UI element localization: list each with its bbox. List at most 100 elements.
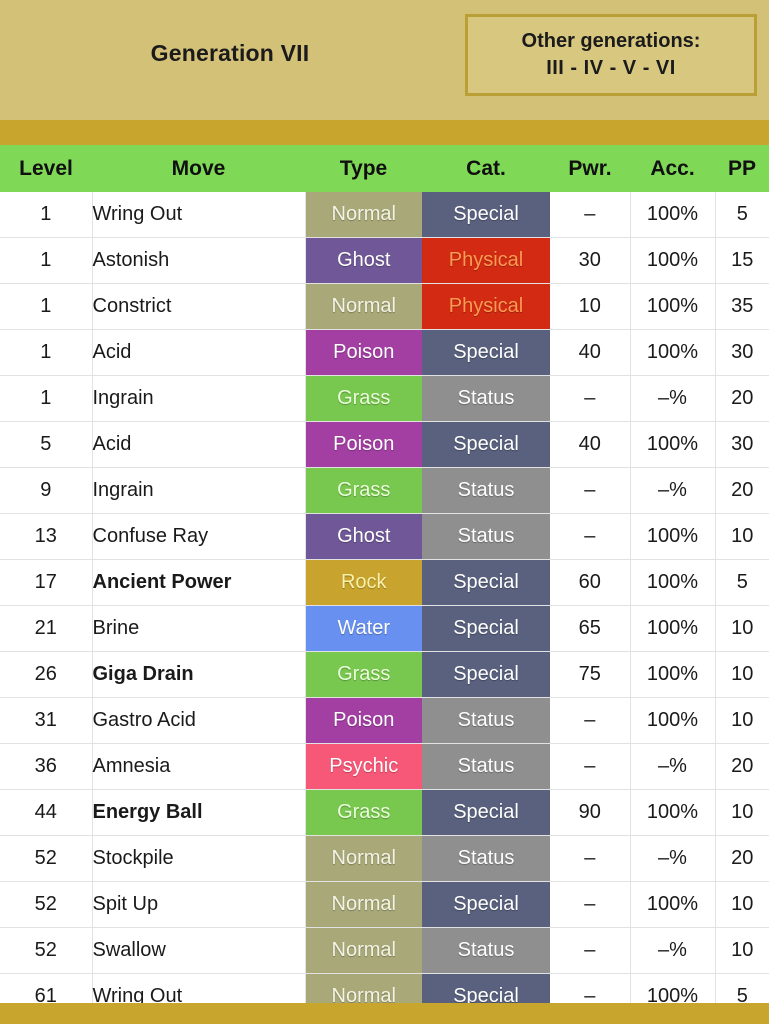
category-badge: Status <box>422 744 550 789</box>
move-category-cell[interactable]: Special <box>422 329 550 376</box>
table-row[interactable]: 13 Confuse Ray Ghost Status –100% 10 <box>0 513 769 560</box>
move-pp: 5 <box>715 559 769 606</box>
move-pp: 10 <box>715 881 769 928</box>
table-row[interactable]: 1 Wring Out Normal Special –100% 5 <box>0 192 769 238</box>
column-header-cat[interactable]: Cat. <box>422 145 550 192</box>
move-category-cell[interactable]: Special <box>422 973 550 1003</box>
table-row[interactable]: 52 Stockpile Normal Status – –% 20 <box>0 835 769 882</box>
move-pp: 5 <box>715 973 769 1003</box>
move-type-cell[interactable]: Normal <box>305 283 422 330</box>
move-category-cell[interactable]: Special <box>422 789 550 836</box>
table-row[interactable]: 1 Constrict Normal Physical 10 100% 35 <box>0 283 769 330</box>
column-header-pp[interactable]: PP <box>715 145 769 192</box>
category-badge: Physical <box>422 238 550 283</box>
move-type-cell[interactable]: Normal <box>305 835 422 882</box>
move-category-cell[interactable]: Special <box>422 651 550 698</box>
table-row[interactable]: 36 Amnesia Psychic Status – –% 20 <box>0 743 769 790</box>
table-row[interactable]: 1 Ingrain Grass Status – –% 20 <box>0 375 769 422</box>
category-badge: Status <box>422 836 550 881</box>
type-badge: Normal <box>305 836 422 881</box>
move-power: 10 <box>550 283 631 330</box>
move-type-cell[interactable]: Poison <box>305 329 422 376</box>
move-power: 40 <box>550 421 631 468</box>
move-level: 1 <box>0 283 93 330</box>
move-type-cell[interactable]: Normal <box>305 927 422 974</box>
move-pp: 10 <box>715 697 769 744</box>
move-category-cell[interactable]: Special <box>422 421 550 468</box>
table-row[interactable]: 52 Spit Up Normal Special –100% 10 <box>0 881 769 928</box>
type-badge: Normal <box>305 974 422 1003</box>
column-header-type[interactable]: Type <box>305 145 422 192</box>
move-name: Wring Out <box>92 973 306 1003</box>
move-type-cell[interactable]: Ghost <box>305 237 422 284</box>
type-badge: Grass <box>305 376 422 421</box>
move-type-cell[interactable]: Grass <box>305 467 422 514</box>
move-name: Spit Up <box>92 881 306 928</box>
move-type-cell[interactable]: Grass <box>305 651 422 698</box>
move-power: – <box>550 192 631 238</box>
table-row[interactable]: 9 Ingrain Grass Status – –% 20 <box>0 467 769 514</box>
table-row[interactable]: 5 Acid Poison Special 40 100% 30 <box>0 421 769 468</box>
move-type-cell[interactable]: Psychic <box>305 743 422 790</box>
move-category-cell[interactable]: Status <box>422 697 550 744</box>
move-type-cell[interactable]: Poison <box>305 421 422 468</box>
move-accuracy: 100% <box>630 697 716 744</box>
table-row[interactable]: 61 Wring Out Normal Special –100% 5 <box>0 973 769 1003</box>
move-level: 13 <box>0 513 93 560</box>
column-header-acc[interactable]: Acc. <box>630 145 715 192</box>
table-row[interactable]: 31 Gastro Acid Poison Status –100% 10 <box>0 697 769 744</box>
move-category-cell[interactable]: Special <box>422 192 550 238</box>
move-level: 31 <box>0 697 93 744</box>
table-row[interactable]: 1 Acid Poison Special 40 100% 30 <box>0 329 769 376</box>
move-category-cell[interactable]: Special <box>422 605 550 652</box>
table-row[interactable]: 17 Ancient Power Rock Special 60 100% 5 <box>0 559 769 606</box>
move-type-cell[interactable]: Poison <box>305 697 422 744</box>
move-level: 1 <box>0 329 93 376</box>
other-generations-box: Other generations: III - IV - V - VI <box>465 14 757 96</box>
move-category-cell[interactable]: Physical <box>422 237 550 284</box>
move-pp: 30 <box>715 329 769 376</box>
column-header-move[interactable]: Move <box>92 145 305 192</box>
category-badge: Special <box>422 652 550 697</box>
move-name: Giga Drain <box>92 651 306 698</box>
move-type-cell[interactable]: Normal <box>305 881 422 928</box>
category-badge: Special <box>422 606 550 651</box>
move-pp: 10 <box>715 651 769 698</box>
move-level: 36 <box>0 743 93 790</box>
move-category-cell[interactable]: Status <box>422 375 550 422</box>
move-type-cell[interactable]: Ghost <box>305 513 422 560</box>
move-accuracy: 100% <box>630 973 716 1003</box>
other-generations-links[interactable]: III - IV - V - VI <box>546 57 676 80</box>
move-category-cell[interactable]: Special <box>422 881 550 928</box>
table-row[interactable]: 44 Energy Ball Grass Special 90 100% 10 <box>0 789 769 836</box>
type-badge: Grass <box>305 468 422 513</box>
move-category-cell[interactable]: Status <box>422 467 550 514</box>
table-row[interactable]: 26 Giga Drain Grass Special 75 100% 10 <box>0 651 769 698</box>
type-badge: Psychic <box>305 744 422 789</box>
move-name: Swallow <box>92 927 306 974</box>
move-pp: 15 <box>715 237 769 284</box>
move-category-cell[interactable]: Status <box>422 513 550 560</box>
move-type-cell[interactable]: Rock <box>305 559 422 606</box>
generation-banner: Generation VII Other generations: III - … <box>0 0 769 120</box>
move-type-cell[interactable]: Normal <box>305 973 422 1003</box>
move-category-cell[interactable]: Physical <box>422 283 550 330</box>
move-category-cell[interactable]: Status <box>422 835 550 882</box>
move-type-cell[interactable]: Normal <box>305 192 422 238</box>
table-row[interactable]: 1 Astonish Ghost Physical 30 100% 15 <box>0 237 769 284</box>
move-power: – <box>550 375 631 422</box>
column-header-pwr[interactable]: Pwr. <box>550 145 630 192</box>
move-name: Confuse Ray <box>92 513 306 560</box>
table-row[interactable]: 21 Brine Water Special 65 100% 10 <box>0 605 769 652</box>
move-type-cell[interactable]: Grass <box>305 789 422 836</box>
move-category-cell[interactable]: Status <box>422 743 550 790</box>
move-power: 90 <box>550 789 631 836</box>
table-row[interactable]: 52 Swallow Normal Status – –% 10 <box>0 927 769 974</box>
column-header-level[interactable]: Level <box>0 145 92 192</box>
move-power: – <box>550 881 631 928</box>
move-type-cell[interactable]: Water <box>305 605 422 652</box>
move-category-cell[interactable]: Special <box>422 559 550 606</box>
move-type-cell[interactable]: Grass <box>305 375 422 422</box>
move-category-cell[interactable]: Status <box>422 927 550 974</box>
category-badge: Special <box>422 790 550 835</box>
